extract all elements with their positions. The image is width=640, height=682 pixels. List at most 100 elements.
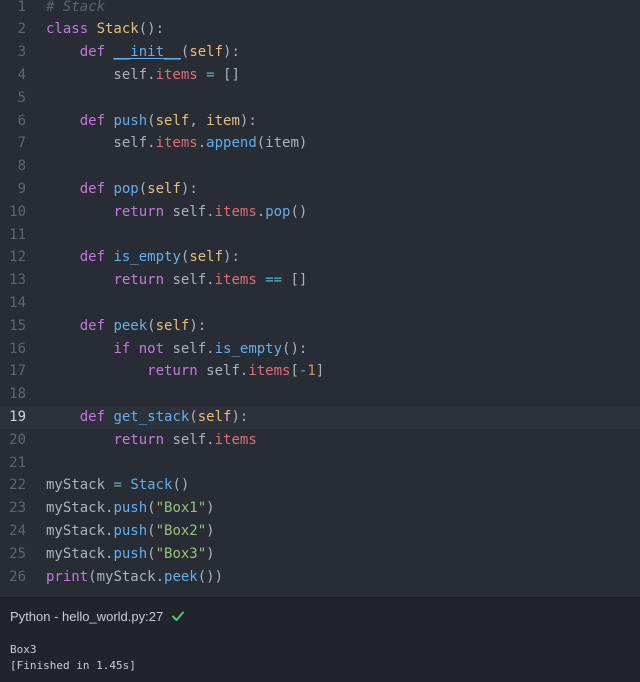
code-line[interactable]: 24 myStack.push("Box2") [0,520,640,543]
code-token: myStack. [46,522,114,539]
code-token: def [79,317,114,334]
code-token: def [79,249,114,266]
check-icon [172,611,185,621]
code-token: myStack. [46,500,114,517]
code-line[interactable]: 20 return self.items [0,429,640,452]
line-number: 25 [9,545,26,562]
code-line[interactable]: 7 self.items.append(item) [0,132,640,155]
line-code: class Stack(): [46,18,164,41]
code-token: myStack [46,477,114,494]
line-number: 10 [9,203,26,220]
output-line: [Finished in 1.45s] [10,659,136,672]
line-number: 15 [9,317,26,334]
code-line[interactable]: 12 def is_empty(self): [0,246,640,269]
code-token: ] [315,363,325,380]
line-code: myStack.push("Box1") [46,497,215,520]
code-token: get_stack [113,408,190,425]
code-token: ) [206,545,215,562]
line-number: 13 [9,272,26,289]
code-token: items [214,272,257,289]
code-token: ) [206,522,215,539]
code-line[interactable]: 2 class Stack(): [0,18,640,41]
code-token: items [248,363,291,380]
code-token: __init__ [113,44,181,61]
output-line: Box3 [10,643,37,656]
code-token: . [197,135,207,152]
code-line[interactable]: 8 [0,155,640,178]
code-line[interactable]: 4 self.items = [] [0,64,640,87]
code-token: def [79,44,114,61]
code-line[interactable]: 17 return self.items[-1] [0,360,640,383]
code-line[interactable]: 13 return self.items == [] [0,269,640,292]
line-code: def pop(self): [46,178,198,201]
code-line[interactable]: 1 # Stack [0,0,640,18]
code-token: self. [172,431,215,448]
code-line[interactable]: 16 if not self.is_empty(): [0,338,640,361]
line-code: myStack = Stack() [46,474,189,497]
line-code: return self.items.pop() [46,201,307,224]
code-line[interactable]: 15 def peek(self): [0,315,640,338]
code-line[interactable]: 9 def pop(self): [0,178,640,201]
code-line[interactable]: 14 [0,292,640,315]
line-number: 20 [9,431,26,448]
code-token: pop [265,203,291,220]
code-token: is_empty [214,340,283,357]
line-number: 1 [17,0,26,15]
code-token: , [189,112,207,129]
code-token: def [79,180,114,197]
status-text: Python - hello_world.py:27 [10,608,164,624]
code-token: pop [113,180,139,197]
line-code: myStack.push("Box3") [46,543,215,566]
code-token: self. [172,340,215,357]
line-number: 11 [9,226,26,243]
code-token: ): [231,408,249,425]
line-code: return self.items[-1] [46,360,324,383]
code-token: ( [147,545,156,562]
code-token: ): [223,44,240,61]
code-token: ): [189,317,207,334]
line-number: 8 [17,158,26,175]
line-number: 21 [9,454,26,471]
code-token: def [79,112,114,129]
code-line[interactable]: 10 return self.items.pop() [0,201,640,224]
code-line[interactable]: 3 def __init__(self): [0,41,640,64]
code-line[interactable]: 21 [0,452,640,475]
code-token: 1 [307,363,316,380]
line-number: 4 [17,66,26,83]
code-token: self. [172,203,215,220]
code-line[interactable]: 5 [0,87,640,110]
code-token: if not [113,340,173,357]
status-bar: Python - hello_world.py:27 [0,597,640,635]
code-token: item [206,112,240,129]
code-token: class [46,21,97,38]
line-number: 12 [9,249,26,266]
code-token: self. [172,272,215,289]
code-token: () [172,477,190,494]
code-line[interactable]: 19 def get_stack(self): [0,405,640,429]
code-token: ) [206,500,215,517]
code-line[interactable]: 26 print(myStack.peek()) [0,566,640,589]
code-line[interactable]: 6 def push(self, item): [0,110,640,133]
code-token: push [113,112,148,129]
line-code: if not self.is_empty(): [46,338,307,361]
code-line[interactable]: 23 myStack.push("Box1") [0,497,640,520]
code-token: ): [239,112,257,129]
code-token: () [290,203,308,220]
code-token: Stack [130,477,173,494]
code-line[interactable]: 11 [0,224,640,247]
code-line[interactable]: 22 myStack = Stack() [0,474,640,497]
code-line[interactable]: 18 [0,383,640,406]
line-number: 22 [9,477,26,494]
code-token: items [155,135,198,152]
code-token: def [79,408,114,425]
code-line[interactable]: 25 myStack.push("Box3") [0,543,640,566]
code-editor[interactable]: 1 # Stack 2 class Stack(): 3 def __init__(se… [0,0,640,596]
code-token: push [113,522,148,539]
